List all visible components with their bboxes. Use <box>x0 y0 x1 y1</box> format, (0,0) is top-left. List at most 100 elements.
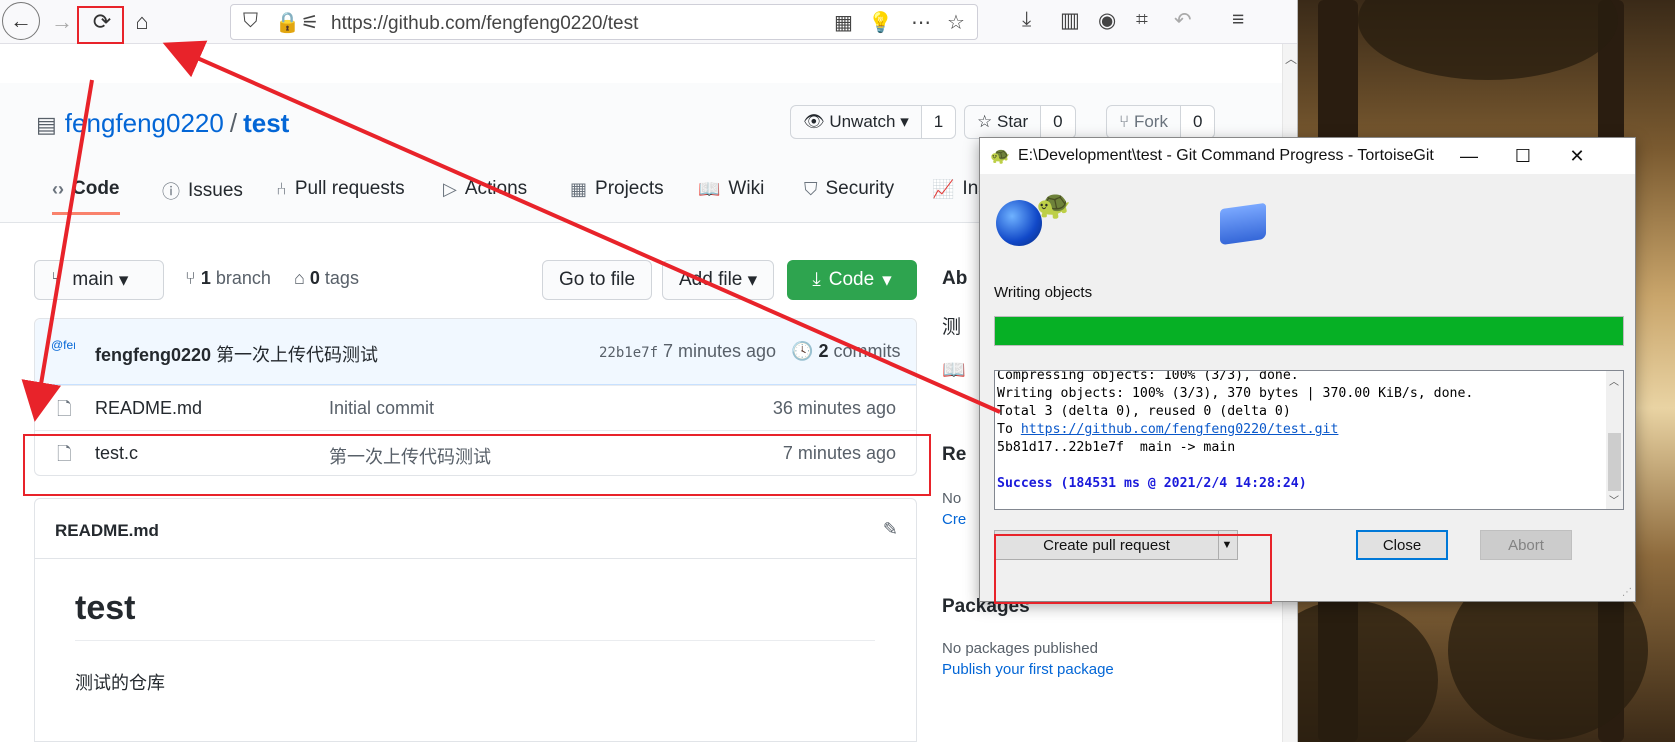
commit-count: 2 <box>818 341 829 361</box>
tab-actions[interactable]: ▷ Actions <box>443 178 527 200</box>
tab-actions-label: Actions <box>464 178 528 199</box>
tab-code[interactable]: ‹› Code <box>52 178 120 215</box>
url-bar[interactable]: ⛉ 🔒 ⚟ https://github.com/fengfeng0220/te… <box>230 4 978 40</box>
maximize-icon[interactable]: ☐ <box>1501 142 1545 170</box>
output-log[interactable]: Compressing objects: 100% (3/3), done. Wr… <box>994 370 1624 510</box>
star-button[interactable]: ☆ Star 0 <box>964 105 1076 139</box>
undo-icon[interactable]: ↶ <box>1174 8 1192 33</box>
log-url-link[interactable]: https://github.com/fengfeng0220/test.git <box>1021 422 1339 437</box>
scroll-up-icon[interactable]: ︿ <box>1609 373 1619 388</box>
commit-text[interactable]: 第一次上传代码测试 <box>216 345 378 365</box>
add-file-button[interactable]: Add file ▾ <box>662 260 775 300</box>
file-name[interactable]: README.md <box>95 398 202 419</box>
tags-link[interactable]: ⌂ 0 tags <box>294 268 359 289</box>
annotation-box-pull-request <box>994 534 1272 604</box>
code-download-button[interactable]: ⤓ Code ▾ <box>787 260 917 300</box>
log-line-to: To https://github.com/fengfeng0220/test.… <box>997 421 1473 439</box>
branch-select-button[interactable]: ⑂ main ▾ <box>34 260 164 300</box>
forward-icon[interactable]: → <box>46 6 78 38</box>
releases-heading[interactable]: Re <box>942 444 966 466</box>
log-line: Total 3 (delta 0), reused 0 (delta 0) <box>997 404 1291 419</box>
tortoisegit-progress-dialog: 🐢 E:\Development\test - Git Command Prog… <box>979 137 1636 602</box>
create-release-link[interactable]: Cre <box>942 511 966 528</box>
tab-code-label: Code <box>72 178 120 199</box>
branch-icon: ⑂ <box>51 269 63 290</box>
tab-security-label: Security <box>825 178 895 199</box>
qr-code-icon[interactable]: ▦ <box>834 10 853 35</box>
tab-wiki[interactable]: 📖 Wiki <box>698 178 764 200</box>
tab-pull-requests[interactable]: ⑃ Pull requests <box>276 178 405 200</box>
readme-link-icon[interactable]: 📖 <box>942 358 966 382</box>
tortoise-icon: 🐢 <box>990 148 1010 165</box>
lock-icon[interactable]: 🔒 <box>275 10 300 35</box>
tab-projects[interactable]: ▦ Projects <box>570 178 664 200</box>
close-button[interactable]: Close <box>1356 530 1448 560</box>
shield-icon[interactable]: ⛉ <box>243 10 258 33</box>
go-to-file-button[interactable]: Go to file <box>542 260 653 300</box>
table-row[interactable]: 🗋 README.md Initial commit 36 minutes ag… <box>35 385 916 430</box>
pencil-icon[interactable]: ✎ <box>883 519 898 540</box>
repo-name-link[interactable]: test <box>243 108 289 138</box>
fork-count[interactable]: 0 <box>1179 106 1215 138</box>
menu-icon[interactable]: ≡ <box>1232 8 1244 32</box>
library-icon[interactable]: ▥ <box>1060 8 1080 33</box>
publish-package-link[interactable]: Publish your first package <box>942 661 1114 678</box>
abort-button: Abort <box>1480 530 1572 560</box>
commit-message[interactable]: fengfeng0220 第一次上传代码测试 <box>95 341 378 367</box>
commit-author[interactable]: fengfeng0220 <box>95 345 211 365</box>
scroll-thumb[interactable] <box>1608 433 1621 491</box>
progress-bar <box>994 316 1624 346</box>
tag-icon: ⌂ <box>294 268 305 288</box>
repo-icon: ▤ <box>36 112 57 137</box>
branch-word: branch <box>215 268 271 288</box>
tortoise-animation-icon: 🐢 <box>1036 189 1071 220</box>
fork-button[interactable]: ⑂ Fork 0 <box>1106 105 1216 139</box>
shield-icon: ⛉ <box>804 178 818 199</box>
log-blank <box>997 457 1473 475</box>
url-text[interactable]: https://github.com/fengfeng0220/test <box>331 13 638 35</box>
eye-icon: 👁 <box>803 112 825 131</box>
log-scrollbar[interactable]: ︿ ﹀ <box>1606 371 1623 509</box>
screenshot-icon[interactable]: ⌗ <box>1136 8 1148 32</box>
tab-issues[interactable]: ⓘ Issues <box>162 178 243 204</box>
commits-link[interactable]: 🕓 2 commits <box>791 341 900 362</box>
readme-panel: README.md ✎ test 测试的仓库 <box>34 498 917 742</box>
minimize-icon[interactable]: — <box>1447 142 1491 170</box>
watch-count[interactable]: 1 <box>920 106 956 138</box>
commit-hash[interactable]: 22b1e7f <box>599 345 658 361</box>
branch-count-link[interactable]: ⑂ 1 branch <box>185 268 271 289</box>
file-commit-message[interactable]: Initial commit <box>329 398 434 419</box>
dialog-title: E:\Development\test - Git Command Progre… <box>1018 147 1434 164</box>
back-icon[interactable]: ← <box>2 2 40 40</box>
file-time: 36 minutes ago <box>772 398 896 418</box>
code-icon: ‹› <box>52 178 64 199</box>
permissions-icon[interactable]: ⚟ <box>301 10 319 35</box>
scroll-up-icon[interactable]: ︿ <box>1285 50 1297 67</box>
fork-label: Fork <box>1133 112 1168 131</box>
home-icon[interactable]: ⌂ <box>126 6 158 38</box>
bookmark-star-icon[interactable]: ☆ <box>947 10 965 35</box>
avatar[interactable]: @fengfeng <box>51 339 75 365</box>
play-icon: ▷ <box>443 178 457 199</box>
star-count[interactable]: 0 <box>1040 106 1075 138</box>
tag-word: tags <box>324 268 359 288</box>
tab-security[interactable]: ⛉ Security <box>804 178 894 200</box>
dialog-titlebar[interactable]: 🐢 E:\Development\test - Git Command Prog… <box>980 138 1635 174</box>
latest-commit-row: @fengfeng fengfeng0220 第一次上传代码测试 22b1e7f… <box>35 319 916 385</box>
scroll-down-icon[interactable]: ﹀ <box>1609 492 1619 507</box>
resize-grip-icon[interactable]: ⋰ <box>1622 587 1632 598</box>
commit-time: 7 minutes ago <box>663 341 777 361</box>
graph-icon: 📈 <box>932 178 955 199</box>
log-line: Compressing objects: 100% (3/3), done. <box>997 370 1299 383</box>
lightbulb-icon[interactable]: 💡 <box>868 10 893 35</box>
download-icon[interactable]: ⤓ <box>1022 8 1031 32</box>
close-icon[interactable]: ✕ <box>1555 142 1599 170</box>
wallpaper-foliage <box>1358 0 1618 80</box>
book-icon: 📖 <box>698 178 721 199</box>
project-icon: ▦ <box>570 178 588 199</box>
more-icon[interactable]: ⋯ <box>911 10 931 35</box>
watch-button[interactable]: 👁 Unwatch ▾ 1 <box>790 105 957 139</box>
account-icon[interactable]: ◉ <box>1098 8 1116 33</box>
about-heading: Ab <box>942 268 968 289</box>
repo-owner-link[interactable]: fengfeng0220 <box>65 108 224 138</box>
